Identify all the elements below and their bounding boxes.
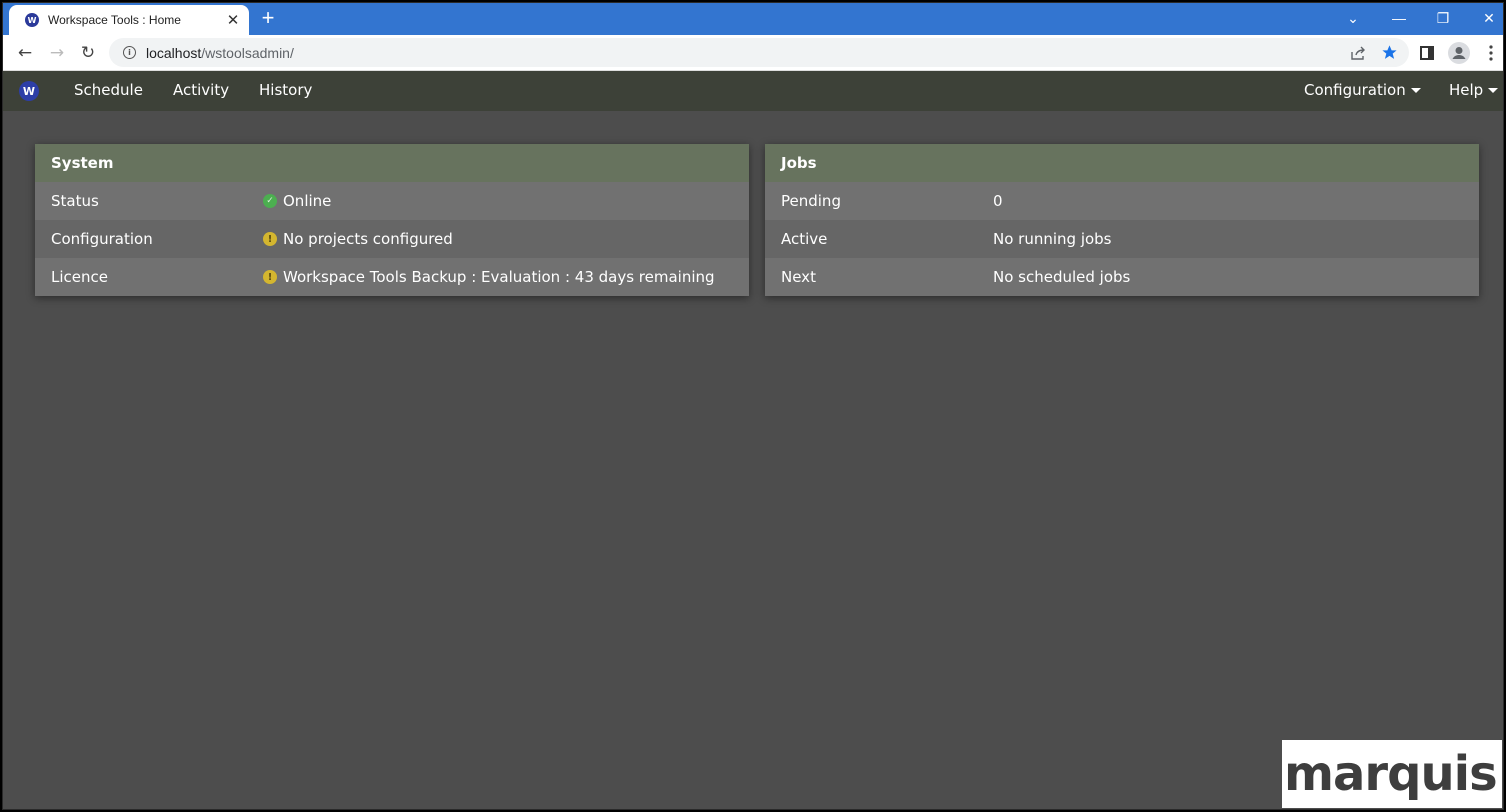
reload-button[interactable]: ↻ xyxy=(76,41,100,65)
nav-history[interactable]: History xyxy=(259,81,312,99)
nav-help-label: Help xyxy=(1449,81,1484,99)
row-value: No scheduled jobs xyxy=(993,268,1131,286)
tab-search-icon[interactable]: ⌄ xyxy=(1331,3,1375,33)
licence-text: Workspace Tools Backup : Evaluation : 43… xyxy=(283,268,715,286)
app-navbar: W Schedule Activity History Configuratio… xyxy=(3,71,1503,111)
jobs-row-active: Active No running jobs xyxy=(765,220,1479,258)
marquis-logo: marquis xyxy=(1282,740,1502,808)
warning-icon: ! xyxy=(263,270,277,284)
profile-avatar-icon[interactable] xyxy=(1446,41,1472,65)
url-text[interactable]: localhost/wstoolsadmin/ xyxy=(146,45,294,61)
site-info-icon[interactable]: i xyxy=(123,46,136,59)
system-panel: System Status ✓ Online Configuration ! N… xyxy=(35,144,749,296)
row-value: ! No projects configured xyxy=(263,230,453,248)
share-icon[interactable] xyxy=(1345,38,1371,67)
jobs-row-next: Next No scheduled jobs xyxy=(765,258,1479,296)
row-label: Status xyxy=(51,192,99,210)
nav-activity[interactable]: Activity xyxy=(173,81,229,99)
system-row-licence: Licence ! Workspace Tools Backup : Evalu… xyxy=(35,258,749,296)
restore-button[interactable]: ❐ xyxy=(1421,3,1465,33)
check-circle-icon: ✓ xyxy=(263,194,277,208)
system-row-configuration: Configuration ! No projects configured xyxy=(35,220,749,258)
tab-strip: W Workspace Tools : Home ✕ + ⌄ — ❐ ✕ xyxy=(3,3,1503,35)
nav-configuration-dropdown[interactable]: Configuration xyxy=(1304,81,1421,99)
row-label: Next xyxy=(781,268,816,286)
side-panel-icon[interactable] xyxy=(1414,41,1440,65)
app-favicon-icon: W xyxy=(25,13,39,27)
url-path: /wstoolsadmin/ xyxy=(201,44,294,61)
minimize-button[interactable]: — xyxy=(1377,3,1421,33)
address-bar[interactable]: i localhost/wstoolsadmin/ xyxy=(109,38,1409,67)
system-panel-title: System xyxy=(35,144,749,182)
browser-menu-icon[interactable] xyxy=(1478,41,1503,65)
row-label: Pending xyxy=(781,192,841,210)
system-row-status: Status ✓ Online xyxy=(35,182,749,220)
close-tab-icon[interactable]: ✕ xyxy=(223,11,243,29)
row-value: ✓ Online xyxy=(263,192,331,210)
status-text: Online xyxy=(283,192,332,210)
row-value: 0 xyxy=(993,192,1003,210)
jobs-panel: Jobs Pending 0 Active No running jobs Ne… xyxy=(765,144,1479,296)
warning-icon: ! xyxy=(263,232,277,246)
row-label: Licence xyxy=(51,268,108,286)
row-label: Configuration xyxy=(51,230,153,248)
back-button[interactable]: ← xyxy=(13,41,37,65)
tab-title: Workspace Tools : Home xyxy=(48,13,181,27)
row-value: ! Workspace Tools Backup : Evaluation : … xyxy=(263,268,715,286)
jobs-panel-title: Jobs xyxy=(765,144,1479,182)
nav-help-dropdown[interactable]: Help xyxy=(1449,81,1499,99)
bookmark-star-icon[interactable] xyxy=(1376,38,1402,67)
new-tab-button[interactable]: + xyxy=(256,7,280,31)
nav-configuration-label: Configuration xyxy=(1304,81,1406,99)
browser-window: W Workspace Tools : Home ✕ + ⌄ — ❐ ✕ ← →… xyxy=(2,2,1504,810)
url-host: localhost xyxy=(146,44,202,61)
row-label: Active xyxy=(781,230,828,248)
nav-schedule[interactable]: Schedule xyxy=(74,81,143,99)
row-value: No running jobs xyxy=(993,230,1112,248)
brand-text: marquis xyxy=(1284,746,1498,802)
forward-button[interactable]: → xyxy=(45,41,69,65)
caret-down-icon xyxy=(1488,88,1499,93)
browser-toolbar: ← → ↻ i localhost/wstoolsadmin/ xyxy=(3,35,1503,71)
caret-down-icon xyxy=(1410,88,1421,93)
jobs-row-pending: Pending 0 xyxy=(765,182,1479,220)
close-window-button[interactable]: ✕ xyxy=(1467,3,1503,33)
browser-tab[interactable]: W Workspace Tools : Home ✕ xyxy=(9,5,249,35)
app-logo[interactable]: W xyxy=(19,81,39,101)
configuration-text: No projects configured xyxy=(283,230,453,248)
